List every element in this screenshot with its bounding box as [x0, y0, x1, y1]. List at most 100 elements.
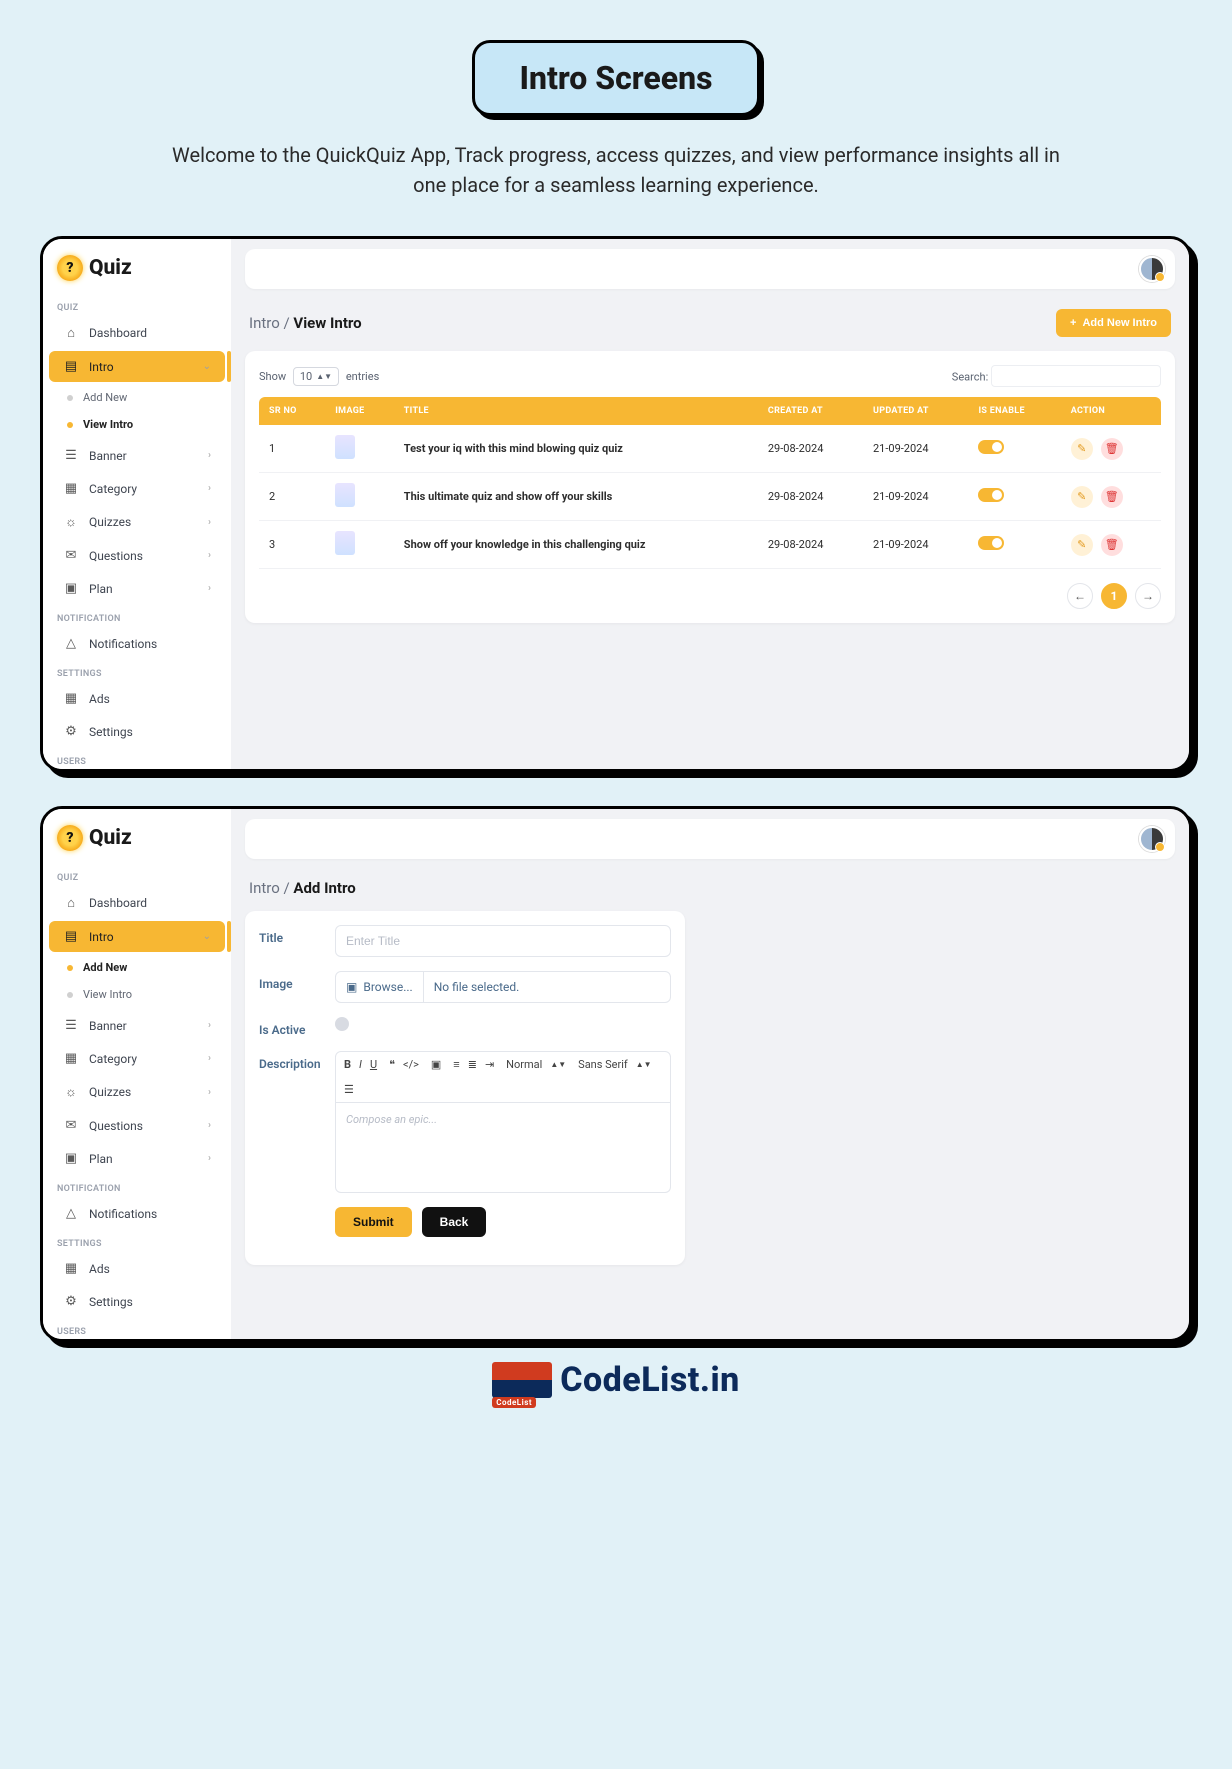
brand-name: Quiz: [89, 826, 132, 850]
col-title[interactable]: TITLE: [394, 397, 758, 425]
cell-created: 29-08-2024: [758, 473, 863, 521]
chat-icon: ✉: [63, 548, 79, 563]
page-next[interactable]: →: [1135, 583, 1161, 609]
col-updated[interactable]: UPDATED AT: [863, 397, 968, 425]
sidebar-item-plan[interactable]: ▣Plan›: [49, 1143, 225, 1174]
hero-subtitle: Welcome to the QuickQuiz App, Track prog…: [166, 140, 1066, 200]
calendar-icon: ▣: [63, 581, 79, 596]
avatar[interactable]: [1139, 826, 1165, 852]
font-select[interactable]: Sans Serif ▲▼: [578, 1058, 651, 1071]
table-row: 3Show off your knowledge in this challen…: [259, 521, 1161, 569]
edit-button[interactable]: ✎: [1071, 534, 1093, 556]
bold-icon[interactable]: B: [344, 1058, 351, 1071]
sidebar-sub-add-new[interactable]: Add New: [43, 954, 231, 981]
button-label: Add New Intro: [1082, 317, 1157, 329]
table-row: 2This ultimate quiz and show off your sk…: [259, 473, 1161, 521]
add-new-intro-button[interactable]: + Add New Intro: [1056, 309, 1171, 337]
heading-select[interactable]: Normal ▲▼: [506, 1058, 566, 1071]
quote-icon[interactable]: ❝: [389, 1058, 395, 1071]
code-icon[interactable]: </>: [403, 1058, 419, 1071]
sidebar-item-label: Notifications: [89, 1207, 157, 1221]
sidebar-item-intro[interactable]: ▤ Intro ⌄: [49, 921, 225, 952]
file-input[interactable]: ▣Browse... No file selected.: [335, 971, 671, 1003]
edit-button[interactable]: ✎: [1071, 438, 1093, 460]
chevron-down-icon: ⌄: [203, 361, 211, 372]
sidebar-item-label: Ads: [89, 1262, 110, 1276]
enable-toggle[interactable]: [978, 488, 1004, 502]
chevron-right-icon: ›: [208, 1020, 211, 1031]
thumb-icon: [335, 531, 355, 555]
cell-sr: 2: [259, 473, 325, 521]
delete-button[interactable]: 🗑: [1101, 438, 1123, 460]
sidebar-item-questions[interactable]: ✉Questions›: [49, 1110, 225, 1141]
underline-icon[interactable]: U: [370, 1058, 377, 1071]
dot-icon: [67, 395, 73, 401]
edit-button[interactable]: ✎: [1071, 486, 1093, 508]
sidebar-item-settings[interactable]: ⚙ Settings: [49, 716, 225, 747]
grid-icon: ▦: [63, 1051, 79, 1066]
title-input[interactable]: [335, 925, 671, 957]
page-prev[interactable]: ←: [1067, 583, 1093, 609]
col-created[interactable]: CREATED AT: [758, 397, 863, 425]
sidebar-item-label: Settings: [89, 725, 133, 739]
list-ordered-icon[interactable]: ≡: [453, 1058, 459, 1071]
col-sr[interactable]: SR NO: [259, 397, 325, 425]
sidebar-item-ads[interactable]: ▦Ads: [49, 1253, 225, 1284]
sidebar-item-notifications[interactable]: △Notifications: [49, 1198, 225, 1229]
enable-toggle[interactable]: [978, 440, 1004, 454]
thumb-icon: [335, 435, 355, 459]
sidebar-item-banner[interactable]: ☰ Banner ›: [49, 440, 225, 471]
section-quiz: QUIZ: [43, 295, 231, 315]
cell-sr: 3: [259, 521, 325, 569]
sidebar-item-label: Quizzes: [89, 515, 131, 529]
indent-icon[interactable]: ⇥: [485, 1058, 494, 1071]
sidebar: ? Quiz QUIZ ⌂ Dashboard ▤ Intro ⌄ Add Ne…: [43, 239, 231, 769]
content-view-intro: Intro / View Intro + Add New Intro Show …: [231, 239, 1189, 769]
select-value: Normal: [506, 1058, 542, 1071]
delete-button[interactable]: 🗑: [1101, 486, 1123, 508]
sidebar-item-category[interactable]: ▦Category›: [49, 1043, 225, 1074]
upload-icon: ▣: [346, 980, 357, 994]
sidebar-sub-add-new[interactable]: Add New: [43, 384, 231, 411]
sidebar-item-dashboard[interactable]: ⌂ Dashboard: [49, 317, 225, 349]
sidebar-sub-view-intro[interactable]: View Intro: [43, 981, 231, 1008]
sidebar-item-dashboard[interactable]: ⌂ Dashboard: [49, 887, 225, 919]
sidebar-item-quizzes[interactable]: ☼ Quizzes ›: [49, 506, 225, 538]
bulb-icon: ?: [57, 255, 83, 281]
sidebar-item-label: Category: [89, 482, 137, 496]
page-current[interactable]: 1: [1101, 583, 1127, 609]
submit-button[interactable]: Submit: [335, 1207, 412, 1237]
sidebar-item-label: Plan: [89, 1152, 113, 1166]
delete-button[interactable]: 🗑: [1101, 534, 1123, 556]
search-input[interactable]: [991, 365, 1161, 387]
sidebar-item-notifications[interactable]: △ Notifications: [49, 628, 225, 659]
back-button[interactable]: Back: [422, 1207, 487, 1237]
sidebar-item-settings[interactable]: ⚙Settings: [49, 1286, 225, 1317]
page-size-control: Show 10 ▲▼ entries: [259, 367, 379, 386]
sidebar-item-banner[interactable]: ☰Banner›: [49, 1010, 225, 1041]
col-enable[interactable]: IS ENABLE: [968, 397, 1060, 425]
align-icon[interactable]: ☰: [344, 1083, 354, 1096]
image-icon[interactable]: ▣: [431, 1058, 441, 1071]
avatar[interactable]: [1139, 256, 1165, 282]
italic-icon[interactable]: I: [359, 1058, 362, 1071]
sidebar-item-ads[interactable]: ▦ Ads: [49, 683, 225, 714]
topbar: [245, 819, 1175, 859]
sidebar-item-category[interactable]: ▦ Category ›: [49, 473, 225, 504]
col-image[interactable]: IMAGE: [325, 397, 394, 425]
description-editor[interactable]: Compose an epic...: [335, 1103, 671, 1193]
sidebar-item-intro[interactable]: ▤ Intro ⌄: [49, 351, 225, 382]
is-active-toggle[interactable]: [335, 1017, 349, 1031]
breadcrumb-leaf: Add Intro: [293, 879, 355, 897]
sidebar-item-quizzes[interactable]: ☼Quizzes›: [49, 1076, 225, 1108]
sidebar-item-plan[interactable]: ▣ Plan ›: [49, 573, 225, 604]
list-unordered-icon[interactable]: ≣: [468, 1058, 477, 1071]
col-action[interactable]: ACTION: [1061, 397, 1161, 425]
page-size-select[interactable]: 10 ▲▼: [293, 367, 339, 386]
chevron-right-icon: ›: [208, 450, 211, 461]
sidebar-sub-view-intro[interactable]: View Intro: [43, 411, 231, 438]
file-status: No file selected.: [424, 972, 670, 1002]
sidebar-item-questions[interactable]: ✉ Questions ›: [49, 540, 225, 571]
enable-toggle[interactable]: [978, 536, 1004, 550]
chevron-right-icon: ›: [208, 483, 211, 494]
